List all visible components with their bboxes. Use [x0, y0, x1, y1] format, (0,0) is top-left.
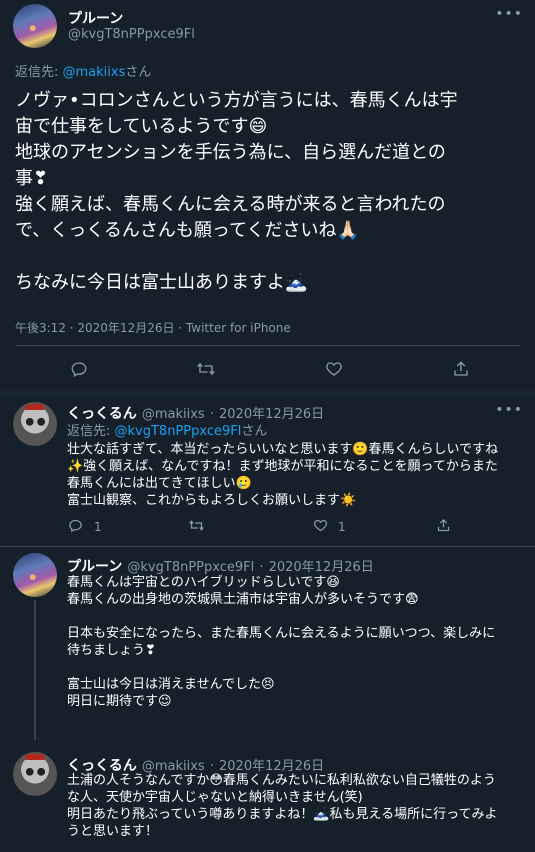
tweet-line: 春馬くんには出てきてほしい🥲 — [67, 476, 252, 491]
reply-suffix: さん — [241, 424, 268, 439]
share-icon[interactable] — [436, 518, 451, 537]
tweet-line: ✨強く願えば、なんですね！まず地球が平和になることを願ってからまた — [67, 459, 498, 474]
tweet-text: 春馬くんは宇宙とのハイブリッドらしいです😆 春馬くんの出身地の茨城県土浦市は宇宙… — [67, 574, 527, 710]
reply-icon[interactable] — [68, 518, 83, 537]
reply-suffix: さん — [125, 65, 152, 80]
avatar[interactable] — [13, 752, 57, 796]
tweet-date[interactable]: 2020年12月26日 — [269, 560, 374, 575]
tweet-text: 土浦の人そうなんですか😳春馬くんみたいに私利私欲ない自己犠牲のよう な人、天使か… — [67, 772, 527, 840]
divider — [0, 546, 535, 547]
section-divider — [0, 391, 535, 397]
tweet-line: 待ちましょう❣ — [67, 643, 156, 658]
tweet-line: 地球のアセンションを手伝う為に、自ら選んだ道との — [15, 142, 446, 163]
tweet-line: 富士山観察、これからもよろしくお願いします☀️ — [67, 493, 357, 508]
tweet-line: 春馬くんは宇宙とのハイブリッドらしいです😆 — [67, 575, 340, 590]
reply-icon[interactable] — [70, 360, 88, 382]
divider — [15, 345, 520, 346]
dot-separator: · — [259, 560, 264, 575]
tweet-line: 強く願えば、春馬くんに会える時が来ると言われたの — [15, 194, 446, 215]
tweet-line: ノヴァ•コロンさんという方が言うには、春馬くんは宇 — [15, 90, 458, 111]
more-dots-icon[interactable]: ••• — [495, 402, 523, 418]
tweet-line: 宙で仕事をしているようです😄 — [15, 116, 268, 137]
author-name[interactable]: プルーン — [67, 559, 122, 575]
avatar[interactable] — [13, 402, 57, 446]
tweet-line: な人、天使か宇宙人じゃないと納得いきません(笑) — [67, 790, 363, 805]
author-name[interactable]: プルーン — [68, 8, 123, 28]
reply-to-link[interactable]: @kvgT8nPPpxce9Fl — [115, 424, 242, 439]
reply-context: 返信先: @makiixsさん — [15, 61, 151, 80]
tweet-line: 土浦の人そうなんですか😳春馬くんみたいに私利私欲ない自己犠牲のよう — [67, 773, 496, 788]
retweet-icon[interactable] — [196, 360, 216, 382]
like-count: 1 — [338, 520, 346, 534]
share-icon[interactable] — [452, 360, 470, 382]
tweet-line: 事❣ — [15, 168, 49, 189]
tweet-line: 富士山は今日は消えませんでした😣 — [67, 677, 275, 692]
author-handle[interactable]: @kvgT8nPPpxce9Fl — [68, 27, 195, 42]
tweet-line: 壮大な話すぎて、本当だったらいいなと思います🙂春馬くんらしいですね — [67, 442, 499, 457]
tweet-line: 明日に期待です😉 — [67, 694, 172, 709]
heart-icon[interactable] — [313, 518, 328, 537]
thread-line — [34, 600, 36, 740]
heart-icon[interactable] — [325, 360, 343, 382]
tweet-line: で、くっくるんさんも願ってくださいね🙏🏻 — [15, 220, 359, 241]
reply-count: 1 — [94, 520, 102, 534]
tweet-line: うと思います！ — [67, 824, 159, 839]
reply-header: プルーン @kvgT8nPPpxce9Fl · 2020年12月26日 — [67, 556, 374, 576]
author-handle[interactable]: @kvgT8nPPpxce9Fl — [127, 560, 254, 575]
tweet-line — [67, 659, 527, 676]
retweet-icon[interactable] — [188, 518, 205, 537]
tweet-line: 明日あたり飛ぶっていう噂ありますよね！🗻私も見える場所に行ってみよ — [67, 807, 498, 822]
tweet-line — [67, 608, 527, 625]
tweet-line — [15, 244, 525, 270]
avatar[interactable] — [13, 4, 57, 48]
reply-prefix: 返信先: — [15, 65, 63, 80]
reply-prefix: 返信先: — [67, 424, 115, 439]
tweet-meta[interactable]: 午後3:12 · 2020年12月26日 · Twitter for iPhon… — [15, 319, 291, 336]
more-dots-icon[interactable]: ••• — [495, 6, 523, 22]
avatar[interactable] — [13, 553, 57, 597]
tweet-text: 壮大な話すぎて、本当だったらいいなと思います🙂春馬くんらしいですね ✨強く願えば… — [67, 441, 527, 509]
reply-to-link[interactable]: @makiixs — [63, 65, 126, 80]
reply-context: 返信先: @kvgT8nPPpxce9Flさん — [67, 420, 267, 439]
tweet-line: 春馬くんの出身地の茨城県土浦市は宇宙人が多いそうです😨 — [67, 592, 419, 607]
tweet-text: ノヴァ•コロンさんという方が言うには、春馬くんは宇 宙で仕事をしているようです😄… — [15, 88, 525, 296]
tweet-line: ちなみに今日は富士山ありますよ🗻 — [15, 272, 308, 293]
tweet-line: 日本も安全になったら、また春馬くんに会えるように願いつつ、楽しみに — [67, 626, 496, 641]
